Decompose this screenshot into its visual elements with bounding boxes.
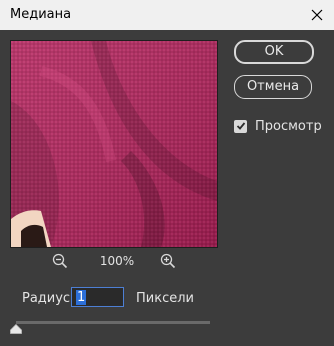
radius-units-label: Пиксели: [136, 291, 194, 306]
cancel-button[interactable]: Отмена: [234, 75, 312, 99]
preview-checkbox-label: Просмотр: [255, 118, 322, 134]
filter-preview-image[interactable]: [10, 40, 218, 248]
preview-checkbox[interactable]: [234, 119, 247, 133]
preview-checkbox-row[interactable]: Просмотр: [234, 118, 322, 134]
fabric-texture-image: [11, 41, 217, 247]
zoom-in-icon[interactable]: [160, 253, 176, 269]
checkmark-icon: [236, 122, 245, 130]
radius-label: Радиус:: [22, 291, 75, 306]
slider-thumb-icon[interactable]: [10, 324, 22, 334]
zoom-level: 100%: [99, 254, 135, 268]
radius-input[interactable]: 1: [71, 287, 124, 307]
close-button[interactable]: [300, 0, 334, 30]
title-bar: Медиана: [0, 0, 334, 30]
radius-slider-track[interactable]: [16, 321, 210, 324]
ok-button[interactable]: OK: [234, 40, 314, 64]
dialog-title: Медиана: [10, 7, 72, 22]
radius-value: 1: [76, 290, 87, 305]
close-icon: [311, 9, 323, 21]
zoom-controls: 100%: [52, 253, 180, 271]
zoom-out-icon[interactable]: [52, 253, 68, 269]
